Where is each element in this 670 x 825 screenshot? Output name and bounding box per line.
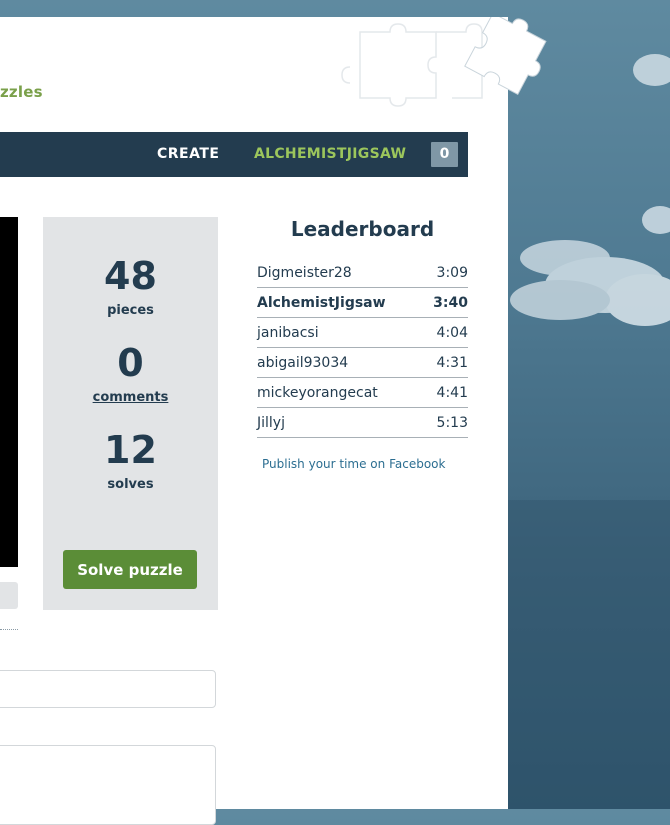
- puzzle-image[interactable]: [0, 217, 18, 567]
- solve-puzzle-button[interactable]: Solve puzzle: [63, 550, 197, 589]
- leaderboard-list: Digmeister28 3:09 AlchemistJigsaw 3:40 j…: [257, 258, 468, 438]
- nav-create-link[interactable]: CREATE: [157, 132, 219, 177]
- solves-count: 12: [104, 428, 157, 472]
- leaderboard-name[interactable]: AlchemistJigsaw: [257, 295, 386, 311]
- page-root: { "header": { "brand_tail": "zzles" }, "…: [0, 0, 670, 825]
- puzzle-stats-panel: 48 pieces 0 comments 12 solves Solve puz…: [43, 217, 218, 610]
- image-toolbar-button[interactable]: [0, 582, 18, 609]
- leaderboard-name[interactable]: abigail93034: [257, 355, 348, 371]
- leaderboard-row: janibacsi 4:04: [257, 318, 468, 348]
- pieces-count: 48: [104, 254, 157, 298]
- cloud-group: [510, 54, 670, 326]
- leaderboard-time: 4:04: [436, 324, 468, 341]
- comments-count: 0: [117, 341, 144, 385]
- leaderboard-name[interactable]: janibacsi: [257, 325, 319, 341]
- leaderboard-name[interactable]: Jillyj: [257, 415, 285, 431]
- leaderboard-name[interactable]: Digmeister28: [257, 265, 352, 281]
- leaderboard-time: 4:41: [436, 384, 468, 401]
- leaderboard-time: 3:09: [436, 264, 468, 281]
- pieces-label: pieces: [107, 303, 154, 318]
- top-navbar: CREATE ALCHEMISTJIGSAW 0: [0, 132, 468, 177]
- leaderboard-title: Leaderboard: [290, 217, 435, 241]
- leaderboard-time: 3:40: [433, 294, 468, 311]
- comment-name-input[interactable]: [0, 670, 216, 708]
- comments-link[interactable]: comments: [43, 390, 218, 405]
- leaderboard-row: mickeyorangecat 4:41: [257, 378, 468, 408]
- solves-label: solves: [107, 477, 154, 492]
- leaderboard-time: 5:13: [436, 414, 468, 431]
- leaderboard-time: 4:31: [436, 354, 468, 371]
- dotted-divider: [0, 629, 18, 630]
- leaderboard-name[interactable]: mickeyorangecat: [257, 385, 378, 401]
- notification-badge[interactable]: 0: [431, 142, 458, 167]
- leaderboard-row: Jillyj 5:13: [257, 408, 468, 438]
- content-panel: zzles CREATE ALCHEMISTJIGSAW 0 48 pieces…: [0, 17, 547, 825]
- leaderboard-row: Digmeister28 3:09: [257, 258, 468, 288]
- nav-user-link[interactable]: ALCHEMISTJIGSAW: [254, 132, 406, 177]
- leaderboard-row-current-user: AlchemistJigsaw 3:40: [257, 288, 468, 318]
- site-brand-text[interactable]: zzles: [0, 83, 43, 101]
- comment-textarea[interactable]: [0, 745, 216, 825]
- leaderboard-row: abigail93034 4:31: [257, 348, 468, 378]
- facebook-publish-link[interactable]: Publish your time on Facebook: [262, 457, 445, 471]
